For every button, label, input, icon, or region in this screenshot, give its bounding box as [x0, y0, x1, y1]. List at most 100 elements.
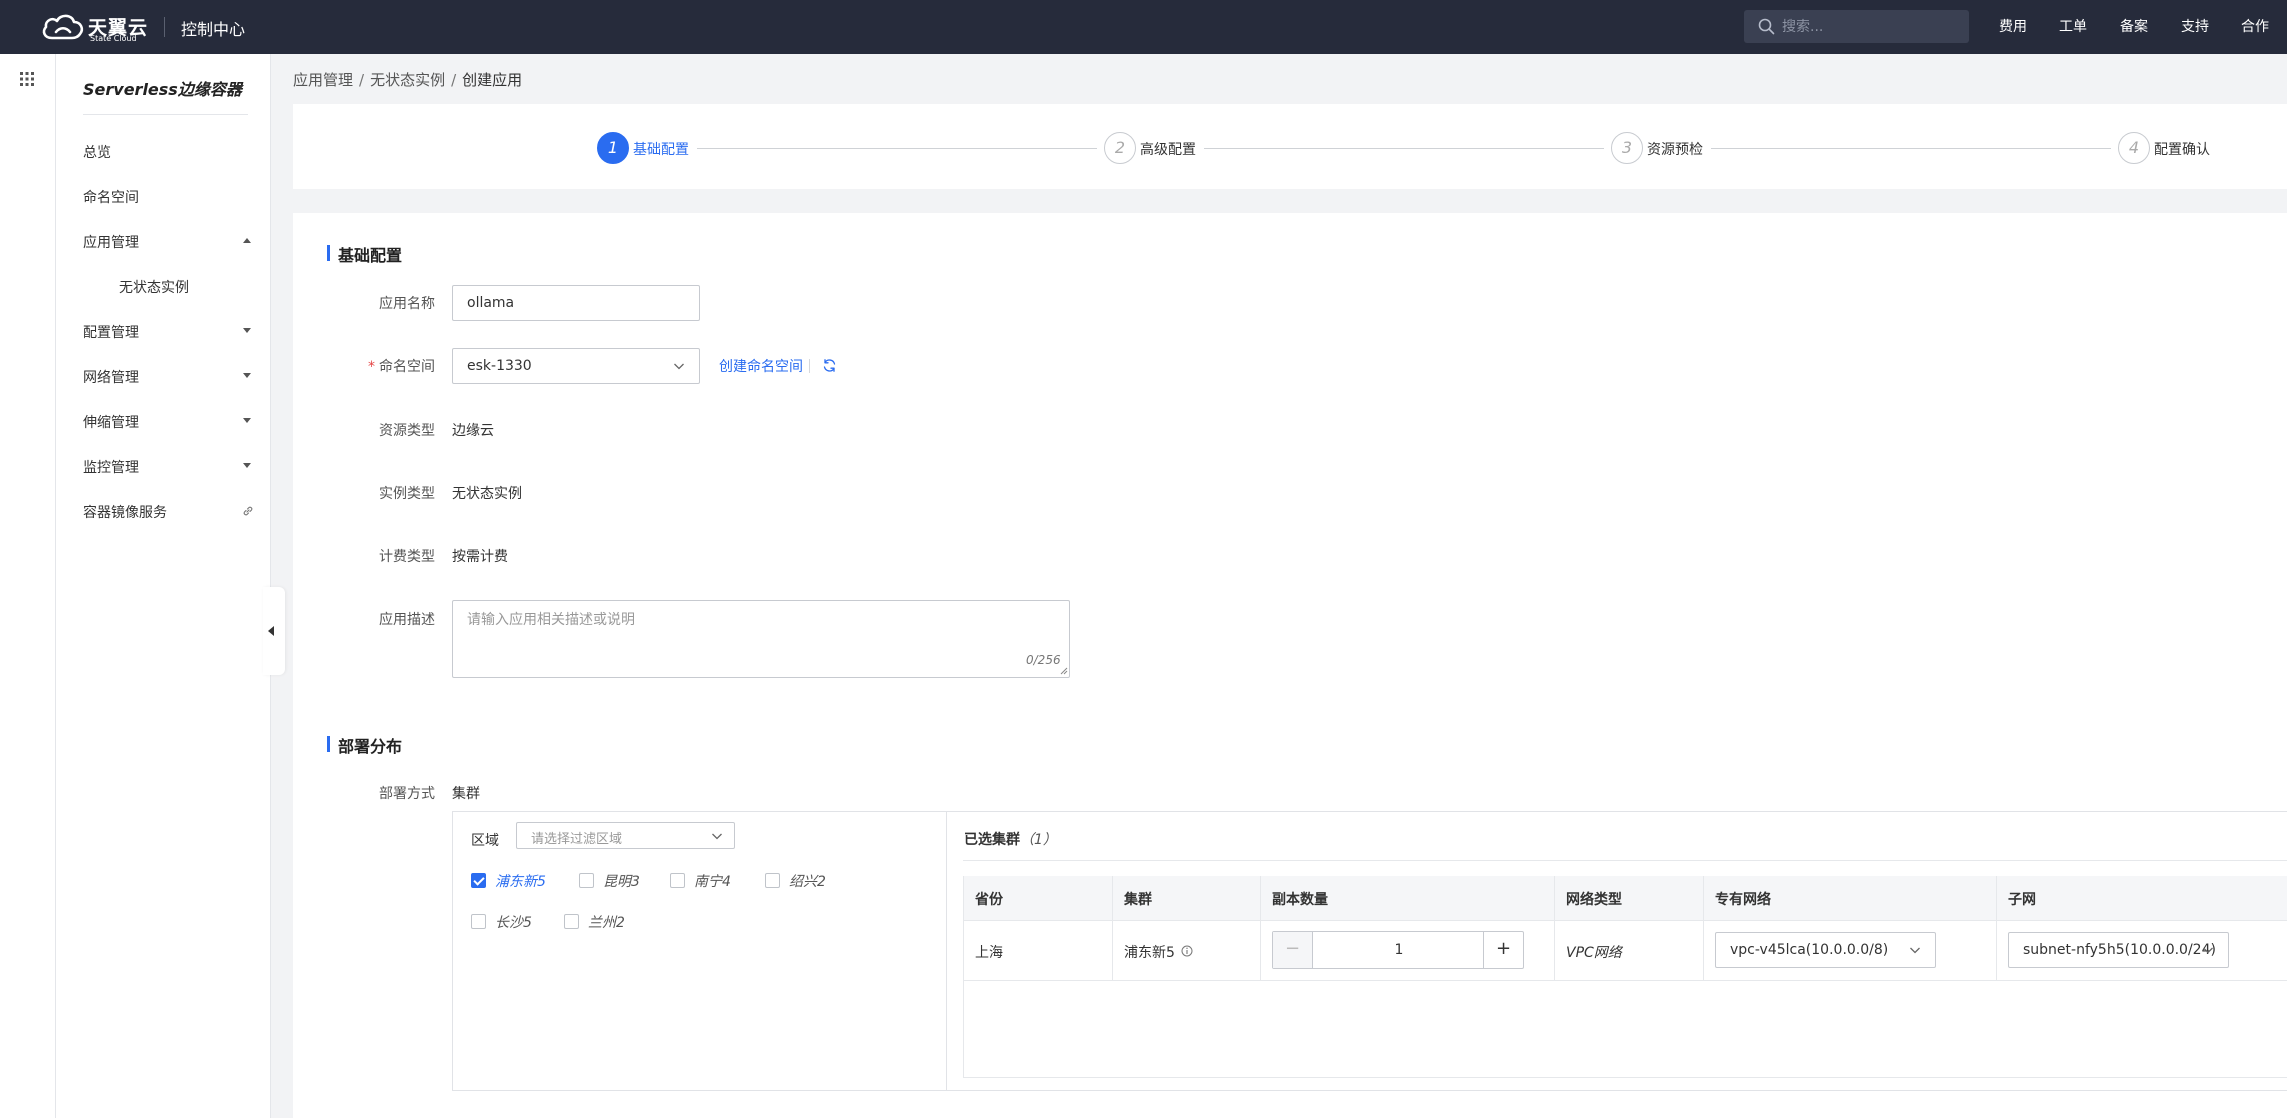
- region-checkbox-changsha5[interactable]: [471, 914, 486, 929]
- column-divider: [1996, 921, 1997, 981]
- sidebar-item-network-management[interactable]: 网络管理: [83, 367, 139, 387]
- region-checkbox-nanning4[interactable]: [670, 873, 685, 888]
- region-checkbox-pudong5[interactable]: [471, 873, 486, 888]
- external-link-icon[interactable]: [242, 505, 254, 517]
- sidebar-item-namespace[interactable]: 命名空间: [83, 187, 139, 207]
- step-4-label[interactable]: 配置确认: [2154, 139, 2210, 159]
- step-1-number[interactable]: 1: [597, 132, 629, 164]
- table-bottom-border: [963, 1077, 2287, 1078]
- column-header-province: 省份: [975, 892, 1003, 908]
- nav-billing[interactable]: 费用: [1999, 16, 2027, 36]
- steps-bar: 1 基础配置 2 高级配置 3 资源预检 4 配置确认: [293, 104, 2287, 189]
- vpc-select-value: vpc-v45lca(10.0.0.0/8): [1730, 942, 1889, 958]
- caret-down-icon[interactable]: [243, 463, 251, 468]
- selected-cluster-count: （1）: [1020, 832, 1057, 848]
- console-title[interactable]: 控制中心: [181, 16, 245, 40]
- replica-stepper[interactable]: − +: [1272, 931, 1524, 969]
- sidebar-item-config-management[interactable]: 配置管理: [83, 322, 139, 342]
- cell-network-type: VPC网络: [1566, 945, 1622, 961]
- app-description-label: 应用描述: [379, 612, 435, 628]
- step-4-number[interactable]: 4: [2118, 132, 2150, 164]
- region-checkbox-kunming3[interactable]: [579, 873, 594, 888]
- sidebar-item-overview[interactable]: 总览: [83, 142, 111, 162]
- app-name-label: 应用名称: [379, 296, 435, 312]
- product-title[interactable]: Serverless边缘容器: [83, 76, 242, 100]
- step-2-label[interactable]: 高级配置: [1140, 139, 1196, 159]
- selected-cluster-pane: 已选集群（1） 省份 集群 副本数量 网络类型 专有网络 子网 上海 浦东新5: [947, 812, 2287, 1090]
- region-label-lanzhou2[interactable]: 兰州2: [588, 912, 625, 932]
- region-filter-pane: 区域 请选择过滤区域 浦东新5 昆明3 南宁4 绍兴2 长沙5 兰州2: [453, 812, 947, 1090]
- caret-down-icon[interactable]: [234, 85, 244, 91]
- search-input[interactable]: [1782, 10, 1962, 43]
- region-label: 区域: [471, 833, 499, 849]
- caret-down-icon[interactable]: [243, 328, 251, 333]
- nav-tickets[interactable]: 工单: [2059, 16, 2087, 36]
- breadcrumb-separator: /: [359, 71, 365, 89]
- sidebar-item-app-management[interactable]: 应用管理: [83, 232, 139, 252]
- description-char-count: 0/256: [1026, 653, 1061, 667]
- link-separator: [809, 359, 810, 373]
- breadcrumb-create-app: 创建应用: [462, 71, 523, 89]
- step-connector: [1711, 148, 2111, 149]
- column-divider: [1260, 921, 1261, 981]
- step-connector: [1204, 148, 1604, 149]
- section-title-deploy: 部署分布: [327, 733, 402, 757]
- region-checkbox-shaoxing2[interactable]: [765, 873, 780, 888]
- info-icon[interactable]: [1181, 945, 1193, 957]
- cloud-logo-icon: [42, 14, 84, 40]
- subnet-select[interactable]: subnet-nfy5h5(10.0.0.0/24): [2008, 932, 2229, 968]
- instance-type-value: 无状态实例: [452, 486, 522, 502]
- nav-filing[interactable]: 备案: [2120, 16, 2148, 36]
- sidebar-item-stateless-instances[interactable]: 无状态实例: [119, 277, 189, 297]
- create-namespace-link[interactable]: 创建命名空间: [719, 356, 803, 376]
- app-description-textarea[interactable]: [452, 600, 1070, 678]
- caret-down-icon[interactable]: [243, 373, 251, 378]
- column-divider: [1554, 921, 1555, 981]
- sidebar-item-monitoring-management[interactable]: 监控管理: [83, 457, 139, 477]
- region-checkbox-lanzhou2[interactable]: [564, 914, 579, 929]
- app-name-input[interactable]: [452, 285, 700, 321]
- sidebar-item-scaling-management[interactable]: 伸缩管理: [83, 412, 139, 432]
- sidebar-item-image-service[interactable]: 容器镜像服务: [83, 502, 167, 522]
- step-3-number[interactable]: 3: [1611, 132, 1643, 164]
- sidebar-collapse-handle[interactable]: [263, 587, 285, 675]
- nav-partner[interactable]: 合作: [2241, 16, 2269, 36]
- chevron-down-icon: [674, 363, 684, 370]
- caret-down-icon[interactable]: [243, 418, 251, 423]
- column-header-cluster: 集群: [1124, 892, 1152, 908]
- apps-grid-icon[interactable]: [19, 71, 35, 87]
- pane-divider: [963, 860, 2287, 861]
- region-filter-select[interactable]: 请选择过滤区域: [516, 822, 735, 849]
- resize-grip-icon[interactable]: [1059, 666, 1068, 675]
- deploy-panel: 区域 请选择过滤区域 浦东新5 昆明3 南宁4 绍兴2 长沙5 兰州2 已选集群…: [452, 811, 2287, 1091]
- vpc-select[interactable]: vpc-v45lca(10.0.0.0/8): [1715, 932, 1936, 968]
- step-2-number[interactable]: 2: [1104, 132, 1136, 164]
- breadcrumb-app-management[interactable]: 应用管理: [293, 71, 353, 89]
- search-box[interactable]: [1744, 10, 1969, 43]
- replica-count-input[interactable]: [1314, 932, 1484, 968]
- cluster-table-header: 省份 集群 副本数量 网络类型 专有网络 子网: [963, 876, 2287, 979]
- region-label-shaoxing2[interactable]: 绍兴2: [789, 871, 826, 891]
- refresh-icon[interactable]: [822, 358, 837, 373]
- region-label-pudong5[interactable]: 浦东新5: [495, 871, 546, 891]
- region-label-kunming3[interactable]: 昆明3: [603, 871, 640, 891]
- table-row: 上海 浦东新5 − + VPC网络 vpc-v45lca(10.0.0.0/8): [963, 921, 2287, 981]
- namespace-select[interactable]: esk-1330: [452, 348, 700, 384]
- step-1-label[interactable]: 基础配置: [633, 139, 689, 159]
- increment-button[interactable]: +: [1483, 932, 1523, 968]
- logo[interactable]: 天翼云 State Cloud: [40, 10, 150, 44]
- section-title-basic: 基础配置: [327, 242, 402, 266]
- step-connector: [697, 148, 1097, 149]
- decrement-button[interactable]: −: [1273, 932, 1313, 968]
- breadcrumb: 应用管理 / 无状态实例 / 创建应用: [293, 69, 522, 90]
- breadcrumb-stateless-instances[interactable]: 无状态实例: [370, 71, 445, 89]
- step-3-label[interactable]: 资源预检: [1647, 139, 1703, 159]
- region-label-nanning4[interactable]: 南宁4: [694, 871, 731, 891]
- search-icon: [1758, 18, 1775, 35]
- resource-type-value: 边缘云: [452, 423, 494, 439]
- topbar-divider: [164, 17, 165, 37]
- caret-up-icon[interactable]: [243, 238, 251, 243]
- region-label-changsha5[interactable]: 长沙5: [495, 912, 532, 932]
- nav-support[interactable]: 支持: [2181, 16, 2209, 36]
- billing-type-label: 计费类型: [379, 549, 435, 565]
